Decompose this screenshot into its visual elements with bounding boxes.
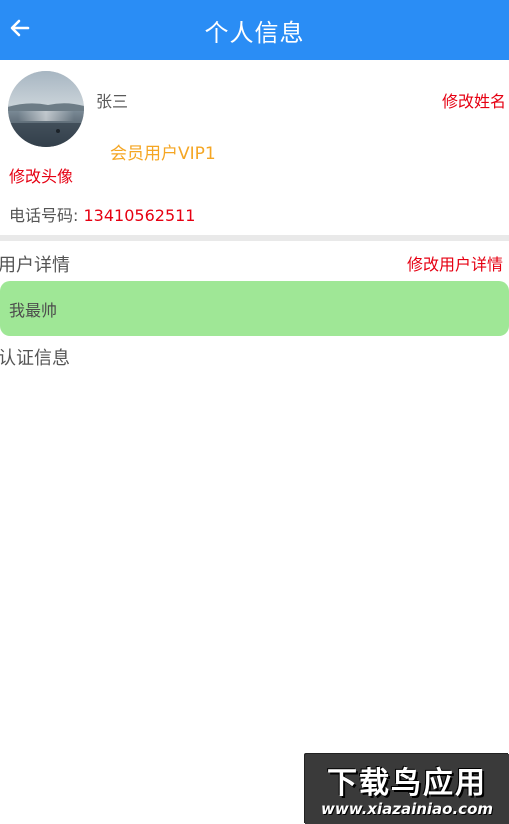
back-button[interactable]: [2, 10, 38, 46]
phone-number: 13410562511: [83, 206, 196, 225]
membership-badge: 会员用户VIP1: [110, 144, 216, 164]
section-divider: [0, 235, 509, 241]
page-title: 个人信息: [204, 18, 305, 47]
bio-text: 我最帅: [9, 300, 58, 320]
edit-user-detail-link[interactable]: 修改用户详情: [407, 251, 503, 275]
certification-heading: 认证信息: [0, 348, 70, 369]
phone-label: 电话号码:: [9, 206, 79, 225]
avatar[interactable]: [8, 71, 84, 147]
arrow-left-icon: [10, 19, 30, 37]
watermark-title: 下载鸟应用: [327, 766, 487, 801]
bio-card: 我最帅: [0, 281, 509, 336]
edit-name-link[interactable]: 修改姓名: [442, 88, 506, 112]
watermark-logo: 下载鸟应用 www.xiazainiao.com: [305, 754, 509, 824]
app-header: 个人信息: [0, 0, 509, 60]
phone-row: 电话号码: 13410562511: [9, 202, 195, 226]
edit-avatar-link[interactable]: 修改头像: [9, 163, 73, 187]
profile-page: 个人信息 张三 修改姓名 会员用户VIP1 修改头像 电话号码: 1341056…: [0, 0, 509, 824]
watermark-url: www.xiazainiao.com: [320, 800, 494, 818]
user-detail-heading: 用户详情: [0, 255, 70, 276]
user-name: 张三: [96, 92, 129, 111]
avatar-image: [8, 71, 84, 147]
